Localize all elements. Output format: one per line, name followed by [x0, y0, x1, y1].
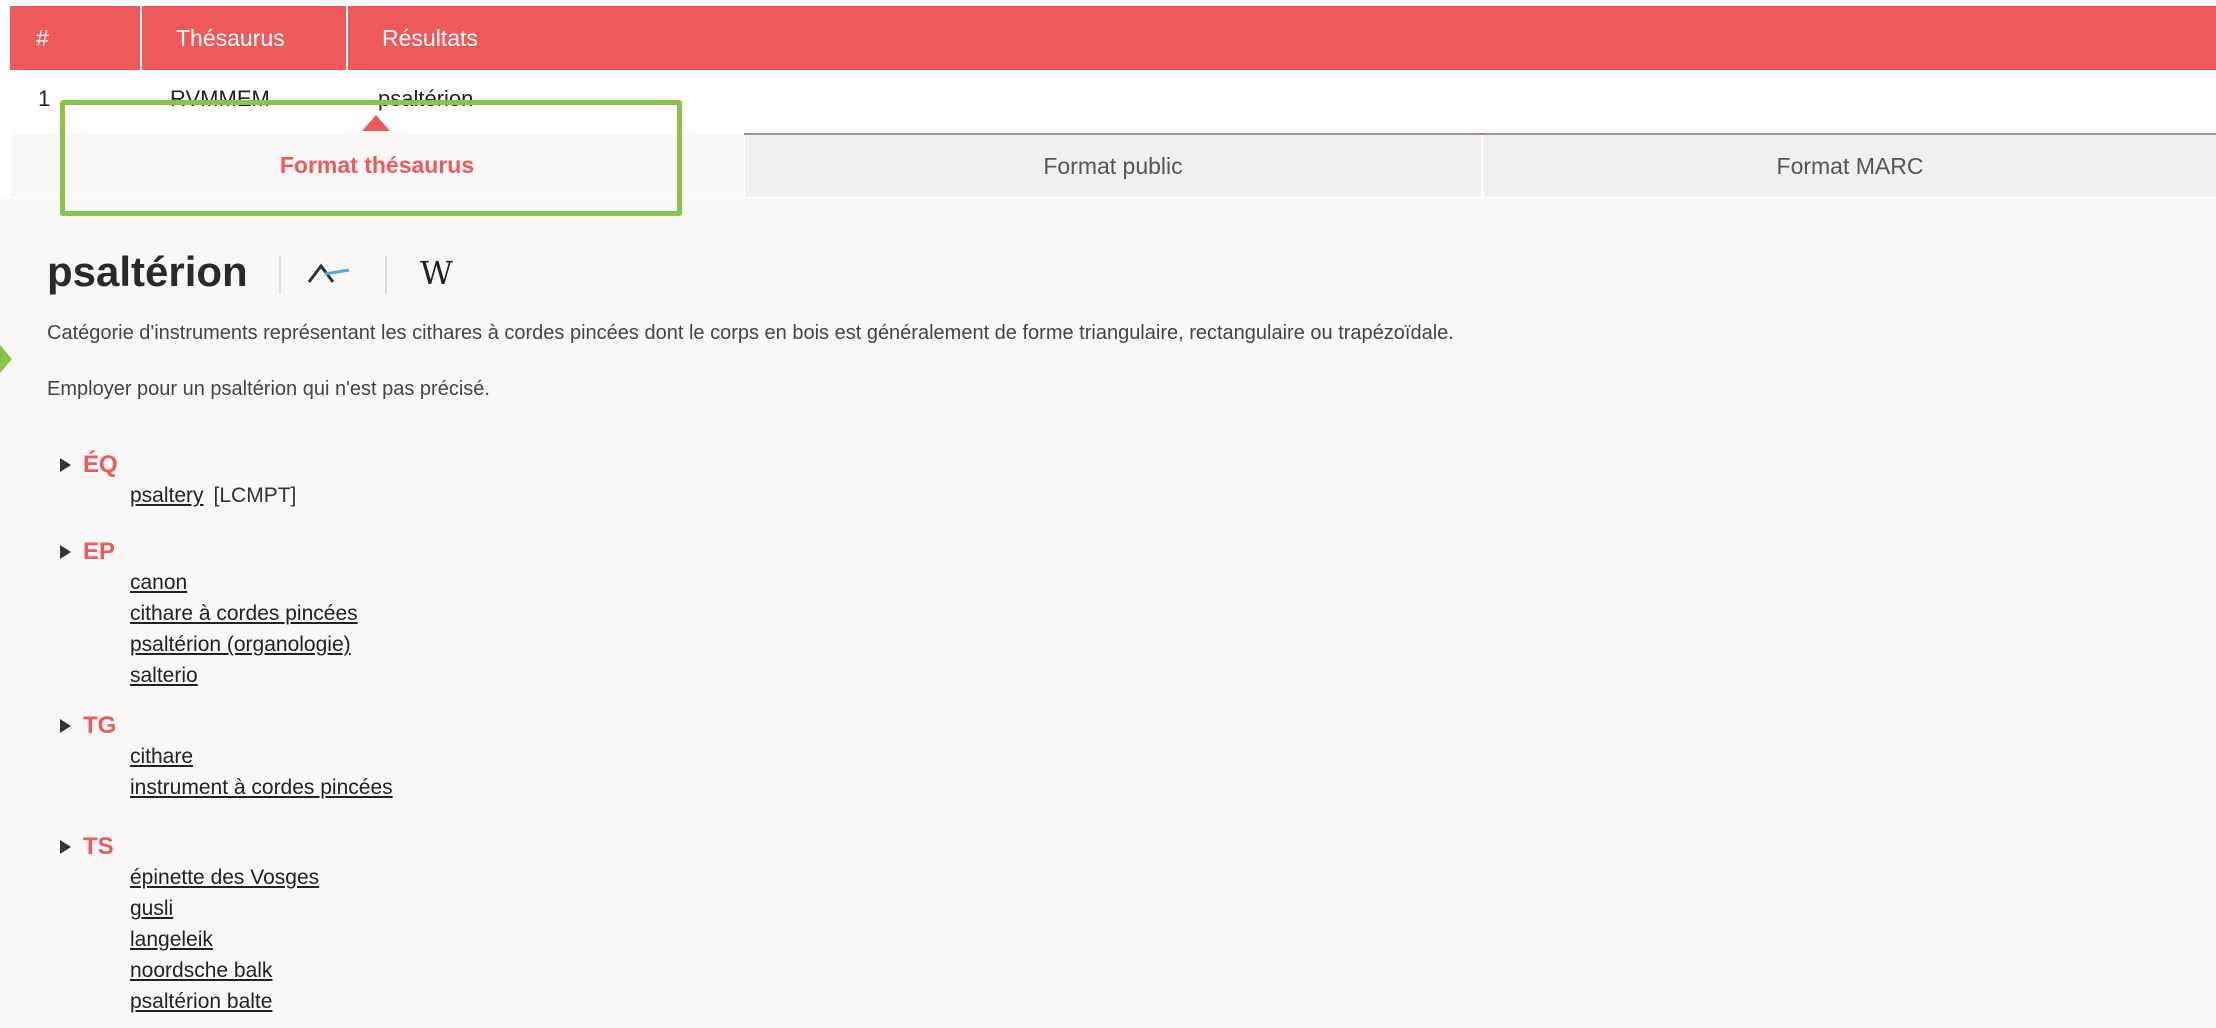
triangle-right-icon: [60, 545, 71, 559]
title-divider: [279, 256, 281, 294]
list-item: cithare à cordes pincées: [130, 598, 358, 629]
list-item: gusli: [130, 893, 319, 924]
column-header-results[interactable]: Résultats: [348, 6, 478, 70]
section-toggle-ep[interactable]: EP: [60, 537, 358, 567]
term-detail-panel: psaltérion W Catégorie d'instruments rep…: [0, 198, 2216, 1028]
section-label: TG: [83, 712, 117, 739]
term-link[interactable]: psaltérion balte: [130, 990, 272, 1013]
term-link[interactable]: psaltery: [130, 484, 204, 507]
term-link[interactable]: instrument à cordes pincées: [130, 776, 393, 799]
term-link[interactable]: psaltérion (organologie): [130, 633, 351, 656]
triangle-right-icon: [60, 458, 71, 472]
list-item: psaltérion balte: [130, 986, 319, 1017]
tab-format-public[interactable]: Format public: [745, 133, 1481, 197]
term-link[interactable]: cithare à cordes pincées: [130, 602, 358, 625]
list-item: noordsche balk: [130, 955, 319, 986]
term-link[interactable]: salterio: [130, 664, 198, 687]
list-item: psaltérion (organologie): [130, 629, 358, 660]
section-toggle-tg[interactable]: TG: [60, 711, 393, 741]
term-link[interactable]: gusli: [130, 897, 173, 920]
term-definition: Catégorie d'instruments représentant les…: [47, 322, 1454, 344]
section-employe-pour: EP canon cithare à cordes pincées psalté…: [60, 537, 358, 691]
list-item: cithare: [130, 741, 393, 772]
triangle-right-icon: [60, 840, 71, 854]
list-item: épinette des Vosges: [130, 862, 319, 893]
pointer-arrow-icon: [0, 345, 12, 373]
list-item: psaltery [LCMPT]: [130, 480, 296, 511]
term-link[interactable]: canon: [130, 571, 187, 594]
list-item: langeleik: [130, 924, 319, 955]
term-link[interactable]: langeleik: [130, 928, 213, 951]
column-header-number: #: [10, 6, 142, 70]
list-item: instrument à cordes pincées: [130, 772, 393, 803]
section-toggle-ts[interactable]: TS: [60, 832, 319, 862]
section-equivalent: ÉQ psaltery [LCMPT]: [60, 450, 296, 511]
highlight-annotation: [60, 100, 682, 216]
graph-view-icon[interactable]: [305, 260, 353, 286]
term-link[interactable]: noordsche balk: [130, 959, 272, 982]
wikipedia-icon[interactable]: W: [420, 254, 453, 292]
section-label: TS: [83, 833, 114, 860]
tab-format-marc[interactable]: Format MARC: [1484, 133, 2216, 197]
section-label: ÉQ: [83, 451, 118, 478]
term-title: psaltérion: [47, 248, 248, 295]
source-tag: [LCMPT]: [213, 484, 297, 507]
section-terme-specifique: TS épinette des Vosges gusli langeleik n…: [60, 832, 319, 1017]
column-header-thesaurus[interactable]: Thésaurus: [142, 6, 348, 70]
usage-note: Employer pour un psaltérion qui n'est pa…: [47, 378, 490, 400]
section-toggle-eq[interactable]: ÉQ: [60, 450, 296, 480]
term-link[interactable]: épinette des Vosges: [130, 866, 319, 889]
section-terme-generique: TG cithare instrument à cordes pincées: [60, 711, 393, 803]
results-table-header: # Thésaurus Résultats: [10, 6, 2216, 70]
term-link[interactable]: cithare: [130, 745, 193, 768]
list-item: canon: [130, 567, 358, 598]
triangle-right-icon: [60, 719, 71, 733]
row-number: 1: [38, 86, 51, 111]
title-divider: [385, 256, 387, 294]
section-label: EP: [83, 538, 116, 565]
list-item: salterio: [130, 660, 358, 691]
